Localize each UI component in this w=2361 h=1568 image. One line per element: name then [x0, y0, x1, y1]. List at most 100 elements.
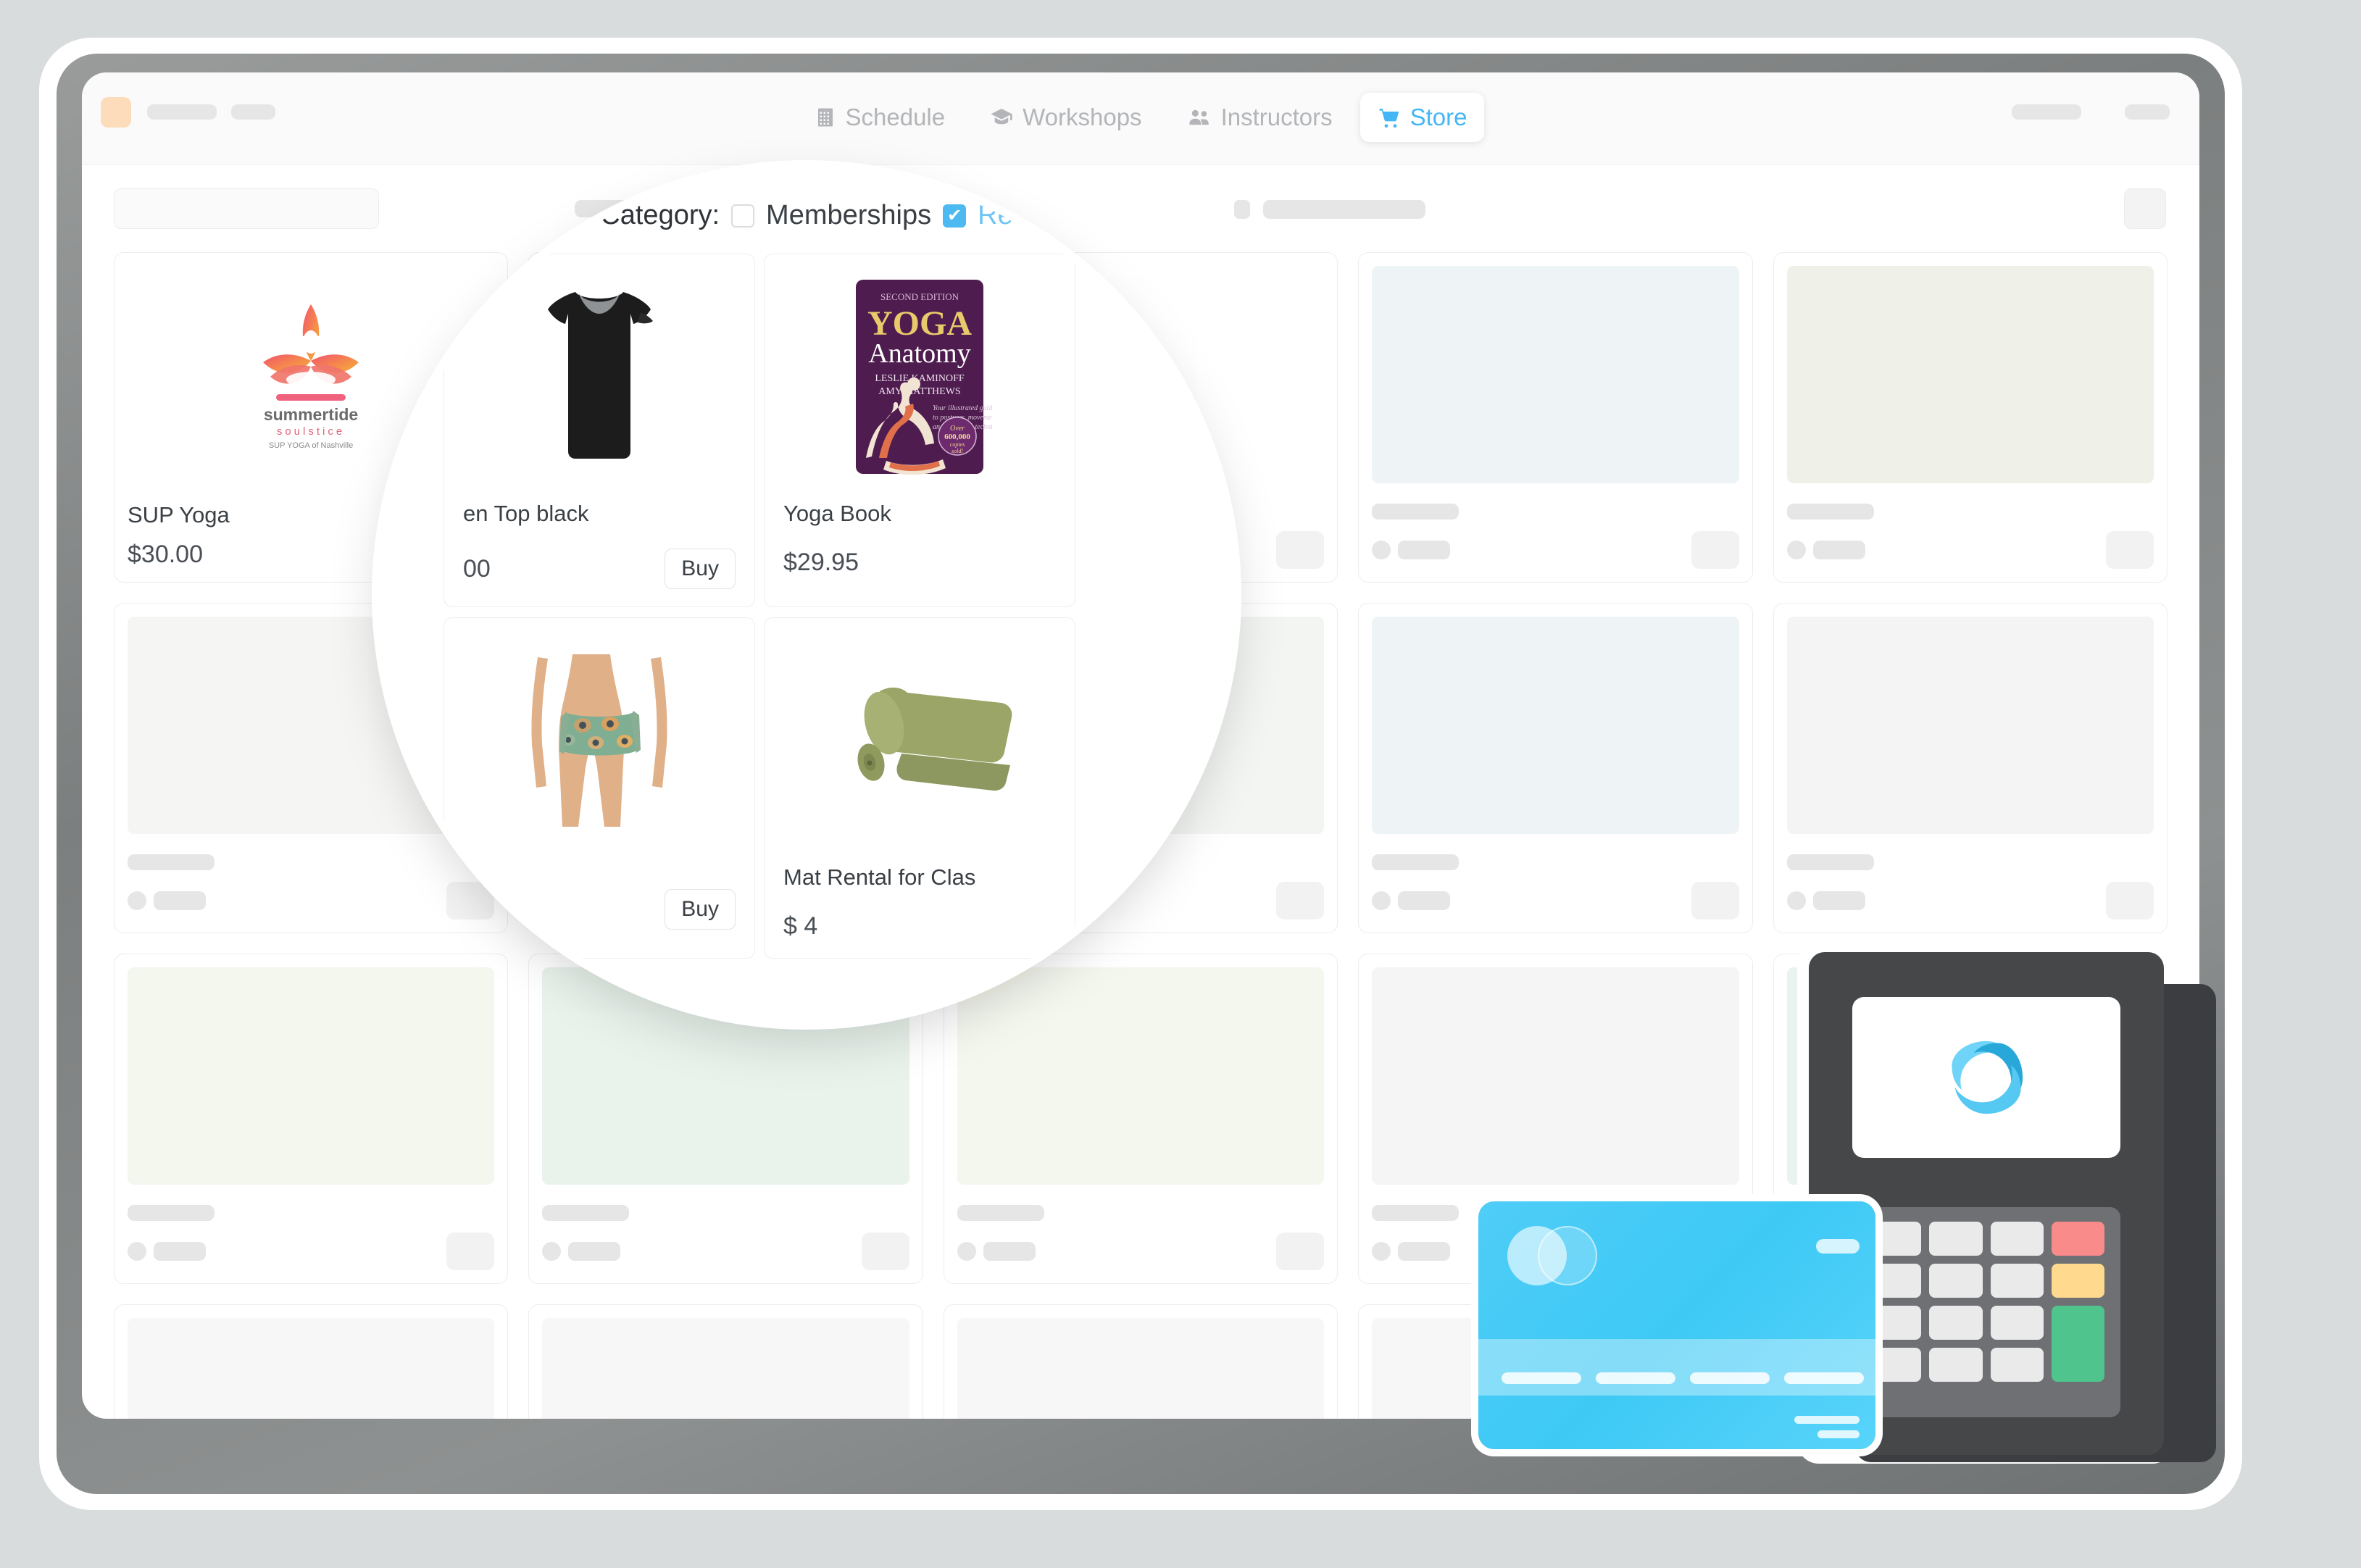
product-image	[957, 1318, 1325, 1419]
product-card-revealed[interactable]: Buy	[444, 617, 755, 959]
product-card-revealed[interactable]: Mat Rental for Clas $ 4	[764, 617, 1075, 959]
buy-button-skeleton[interactable]	[2106, 882, 2154, 919]
buy-button-skeleton[interactable]	[1276, 531, 1325, 569]
svg-text:sold!: sold!	[952, 448, 963, 454]
product-card-revealed[interactable]: SECOND EDITION YOGA Anatomy LESLIE KAMIN…	[764, 254, 1075, 607]
price-skeleton-bar	[154, 891, 206, 910]
svg-text:Anatomy: Anatomy	[868, 338, 970, 369]
product-name-skeleton	[1372, 854, 1460, 870]
keypad-enter-key[interactable]	[2051, 1306, 2104, 1382]
price-skeleton-dot	[1372, 1242, 1391, 1261]
tab-store[interactable]: Store	[1359, 93, 1485, 142]
keypad-key[interactable]	[1990, 1264, 2044, 1298]
buy-button-skeleton[interactable]	[1691, 882, 1739, 919]
price-skeleton-bar	[1812, 541, 1865, 559]
shopping-cart-icon	[1378, 106, 1401, 129]
tab-label: Instructors	[1220, 104, 1333, 130]
svg-text:Over: Over	[950, 425, 965, 433]
product-price: $ 4	[783, 912, 818, 940]
buy-button-skeleton[interactable]	[861, 1233, 909, 1270]
product-name-skeleton	[542, 1205, 630, 1221]
product-image	[1372, 617, 1739, 834]
buy-button[interactable]: Buy	[665, 889, 736, 930]
keypad-key[interactable]	[1990, 1306, 2044, 1340]
category-filter-group: Category: Memberships ✔ Re	[380, 200, 1233, 231]
app-header: Schedule Workshops Instructors Store	[82, 72, 2199, 165]
product-image	[128, 1318, 495, 1419]
price-skeleton-dot	[542, 1242, 562, 1261]
keypad-clear-key[interactable]	[2051, 1264, 2104, 1298]
people-icon	[1187, 105, 1212, 130]
keypad-cancel-key[interactable]	[2051, 1222, 2104, 1256]
olive-yoga-mat-icon	[857, 687, 1012, 791]
tab-instructors[interactable]: Instructors	[1170, 93, 1350, 142]
buy-button-skeleton[interactable]	[1691, 531, 1739, 569]
terminal-screen	[1852, 997, 2120, 1158]
buy-button-skeleton[interactable]	[1276, 882, 1325, 919]
product-image	[783, 635, 1056, 846]
product-card-revealed[interactable]: en Top black 00 Buy	[444, 254, 755, 607]
keypad-key[interactable]	[1990, 1348, 2044, 1382]
filter-action-button[interactable]	[2124, 188, 2166, 229]
price-skeleton-dot	[1786, 541, 1806, 559]
checkbox-memberships[interactable]	[731, 204, 755, 228]
price-skeleton-bar	[154, 1242, 206, 1261]
checkbox-rentals[interactable]: ✔	[943, 204, 967, 228]
card-holder-line	[1794, 1416, 1860, 1424]
terminal-keypad	[1852, 1207, 2120, 1417]
buy-button-skeleton[interactable]	[1276, 1233, 1325, 1270]
product-card[interactable]	[1773, 603, 2168, 933]
price-skeleton-bar	[983, 1242, 1036, 1261]
product-name-skeleton	[1372, 1205, 1460, 1221]
price-skeleton-bar	[568, 1242, 621, 1261]
tab-workshops[interactable]: Workshops	[973, 93, 1159, 142]
peacock-print-shorts-icon	[531, 654, 667, 827]
buy-button-skeleton[interactable]	[2106, 531, 2154, 569]
product-card[interactable]	[1358, 603, 1753, 933]
product-card[interactable]	[114, 1304, 509, 1419]
keypad-key[interactable]	[1868, 1348, 1922, 1382]
price-skeleton-bar	[1398, 541, 1451, 559]
product-image	[1372, 967, 1739, 1185]
product-card[interactable]	[1773, 252, 2168, 583]
keypad-key[interactable]	[1929, 1222, 1983, 1256]
card-logo-circle-right	[1538, 1226, 1597, 1285]
product-card[interactable]	[1358, 252, 1753, 583]
search-input[interactable]	[114, 188, 379, 229]
book-edition: SECOND EDITION	[880, 291, 959, 302]
keypad-key[interactable]	[1929, 1264, 1983, 1298]
price-skeleton-dot	[1372, 891, 1391, 910]
keypad-key[interactable]	[1990, 1222, 2044, 1256]
keypad-key[interactable]	[1929, 1306, 1983, 1340]
blue-swirl-logo-icon	[1952, 1041, 2023, 1114]
keypad-key[interactable]	[1868, 1264, 1922, 1298]
buy-button[interactable]: Buy	[665, 549, 736, 589]
filter-skeleton-bar	[1263, 200, 1425, 219]
tab-label: Workshops	[1023, 104, 1142, 130]
main-navigation: Schedule Workshops Instructors Store	[82, 93, 2199, 142]
price-skeleton-dot	[957, 1242, 976, 1261]
keypad-key[interactable]	[1929, 1348, 1983, 1382]
product-price: $30.00	[128, 541, 203, 568]
product-card[interactable]	[943, 1304, 1338, 1419]
product-card[interactable]	[528, 1304, 923, 1419]
graduation-cap-icon	[990, 106, 1013, 129]
price-skeleton-bar	[1812, 891, 1865, 910]
keypad-key[interactable]	[1868, 1222, 1922, 1256]
card-number-group	[1784, 1372, 1864, 1384]
product-image: SECOND EDITION YOGA Anatomy LESLIE KAMIN…	[783, 272, 1056, 482]
keypad-grid	[1868, 1222, 2104, 1382]
tab-label: Store	[1409, 104, 1467, 130]
buy-button-skeleton[interactable]	[446, 1233, 495, 1270]
magnifier-lens: Category: Memberships ✔ Re en Top black	[380, 168, 1233, 1022]
tab-schedule[interactable]: Schedule	[797, 93, 963, 142]
check-icon: ✔	[947, 206, 962, 225]
credit-card	[1478, 1201, 1875, 1449]
keypad-key[interactable]	[1868, 1306, 1922, 1340]
product-name-skeleton	[128, 854, 215, 870]
card-number-group	[1690, 1372, 1770, 1384]
product-name-skeleton	[1786, 854, 1874, 870]
product-image	[1786, 617, 2154, 834]
tab-label: Schedule	[845, 104, 946, 130]
price-skeleton-dot	[1786, 891, 1806, 910]
